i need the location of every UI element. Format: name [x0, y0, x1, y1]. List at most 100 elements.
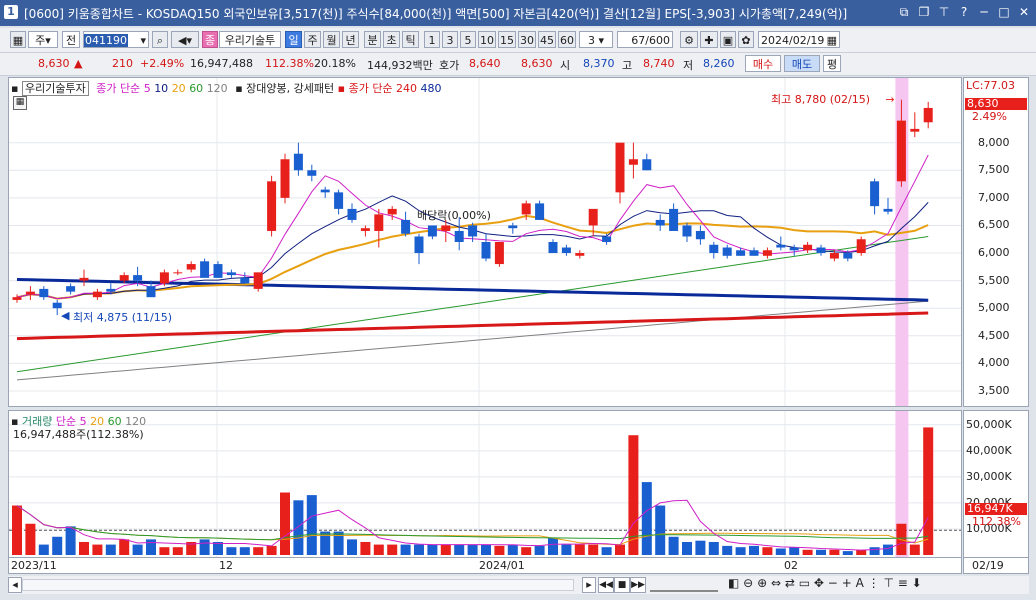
- volume-bar: [749, 545, 759, 555]
- maximize-button[interactable]: □: [996, 4, 1012, 20]
- minute-15[interactable]: 15: [498, 31, 516, 48]
- shrink-icon[interactable]: ⇄: [785, 576, 795, 590]
- minute-60[interactable]: 60: [558, 31, 576, 48]
- period-tick[interactable]: 틱: [402, 31, 419, 48]
- candle-body: [709, 244, 719, 254]
- scroll-right-button[interactable]: ▸: [582, 577, 596, 593]
- help-icon[interactable]: ?: [956, 4, 972, 20]
- volume-pct-tag: 112.38%: [972, 515, 1021, 528]
- stock-name-field[interactable]: 우리기술투: [219, 31, 281, 48]
- grid-icon[interactable]: ▦: [10, 31, 26, 48]
- buy-button[interactable]: 매수: [745, 55, 781, 72]
- candle-body: [226, 272, 236, 276]
- close-button[interactable]: ✕: [1016, 4, 1032, 20]
- volume-bar: [146, 539, 156, 555]
- fit-icon[interactable]: ▭: [799, 576, 810, 590]
- panel-icon[interactable]: ◧: [728, 576, 739, 590]
- stop-icon[interactable]: ■: [614, 577, 630, 593]
- volume-bar: [789, 547, 800, 555]
- volume-bar: [65, 526, 76, 555]
- volume-bar: [347, 539, 357, 555]
- copy-icon[interactable]: ❐: [916, 4, 932, 20]
- rewind-icon[interactable]: ◀◀: [598, 577, 614, 593]
- open-price: 8,370: [583, 57, 615, 70]
- minute-10[interactable]: 10: [478, 31, 496, 48]
- candle-body: [923, 107, 933, 123]
- date-input[interactable]: 2024/02/19 ▦: [758, 31, 840, 48]
- volume-axis[interactable]: 50,000K40,000K30,000K20,000K10,000K 16,9…: [963, 410, 1029, 558]
- font-up-icon[interactable]: A: [856, 576, 864, 590]
- price-chart[interactable]: → ▪ 우리기술투자 종가 단순 5 10 20 60 120 ▪ 장대양봉, …: [8, 77, 962, 407]
- price-axis[interactable]: LC:77.03 8,630 2.49% 8,000 7,500 7,000 6,50…: [963, 77, 1029, 407]
- bottom-controls: ◂ ▸ ◀◀ ■ ▶▶ ◧ ⊖ ⊕ ⇔ ⇄ ▭ ✥ − + A ⋮ ⊤ ≡ ⬇: [8, 576, 1029, 594]
- chevron-down-icon[interactable]: ▾: [140, 32, 146, 49]
- calendar-icon[interactable]: ▦: [827, 32, 837, 49]
- period-month[interactable]: 월: [323, 31, 340, 48]
- layout-icon[interactable]: ⧉: [896, 4, 912, 20]
- prev-button[interactable]: 전: [62, 31, 80, 48]
- price-tick: 8,000: [978, 135, 1010, 149]
- zoom-in-icon[interactable]: ⊕: [757, 576, 767, 590]
- pin-icon[interactable]: ⊤: [936, 4, 952, 20]
- minus-icon[interactable]: −: [828, 576, 838, 590]
- period-day[interactable]: 일: [285, 31, 302, 48]
- volume-bar: [239, 547, 250, 555]
- crosshair-icon[interactable]: ✚: [700, 31, 718, 48]
- speaker-icon[interactable]: ◀▾: [171, 31, 199, 48]
- flat-button[interactable]: 평: [823, 55, 841, 72]
- plus-icon[interactable]: +: [842, 576, 852, 590]
- settings-icon[interactable]: ✿: [738, 31, 754, 48]
- period-week[interactable]: 주: [304, 31, 321, 48]
- volume-bar: [159, 547, 170, 555]
- minute-1[interactable]: 1: [424, 31, 440, 48]
- candle-body: [441, 225, 451, 231]
- period-year[interactable]: 년: [342, 31, 359, 48]
- zoom-out-icon[interactable]: ⊖: [743, 576, 753, 590]
- count-select[interactable]: 3 ▾: [579, 31, 613, 48]
- horizontal-scrollbar[interactable]: [22, 579, 574, 591]
- code-input[interactable]: 041190 ▾: [83, 31, 149, 48]
- volume-bar: [588, 544, 599, 555]
- legend-stock-name[interactable]: 우리기술투자: [21, 81, 89, 96]
- candle-body: [749, 250, 759, 256]
- count-field[interactable]: 67/600: [617, 31, 673, 48]
- scroll-left-button[interactable]: ◂: [8, 577, 22, 593]
- minute-45[interactable]: 45: [538, 31, 556, 48]
- legend-square-icon: ▪: [337, 82, 346, 95]
- save-icon[interactable]: ▣: [720, 31, 736, 48]
- volume-bar: [172, 547, 183, 555]
- current-price: 8,630: [38, 57, 70, 70]
- volume-bar: [775, 548, 786, 555]
- period-select[interactable]: 주▾: [28, 31, 58, 48]
- indicator-icon[interactable]: ⚙: [680, 31, 698, 48]
- candle-body: [347, 208, 357, 220]
- play-icon[interactable]: ▶▶: [630, 577, 646, 593]
- legend-square-icon: ▪: [235, 82, 243, 95]
- vol-ma60-line: [16, 505, 929, 541]
- menu-icon[interactable]: ≡: [898, 576, 908, 590]
- expand-icon[interactable]: ⇔: [771, 576, 781, 590]
- period-second[interactable]: 초: [383, 31, 400, 48]
- period-minute[interactable]: 분: [364, 31, 381, 48]
- table-icon[interactable]: ▦: [13, 96, 27, 110]
- minute-30[interactable]: 30: [518, 31, 536, 48]
- legend-ma20: 20: [171, 82, 186, 95]
- stock-tab[interactable]: 종: [202, 31, 218, 48]
- minimize-button[interactable]: ─: [976, 4, 992, 20]
- minute-3[interactable]: 3: [442, 31, 458, 48]
- volume-bar: [467, 544, 478, 555]
- move-icon[interactable]: ✥: [814, 576, 824, 590]
- more-icon[interactable]: ⋮: [868, 576, 880, 590]
- pin-icon[interactable]: ⊤: [883, 576, 893, 590]
- volume-bar: [802, 549, 813, 555]
- minute-5[interactable]: 5: [460, 31, 476, 48]
- quote-bar: 8,630 ▲ 210 +2.49% 16,947,488 112.38% 20…: [0, 53, 1036, 76]
- down-icon[interactable]: ⬇: [912, 576, 922, 590]
- price-chart-svg: →: [9, 78, 961, 406]
- sell-button[interactable]: 매도: [784, 55, 820, 72]
- speed-slider[interactable]: [650, 578, 718, 592]
- candle-body: [575, 253, 585, 256]
- volume-chart[interactable]: ▪ 거래량 단순 5 20 60 120 16,947,488주(112.38%…: [8, 410, 962, 558]
- search-icon[interactable]: ⌕: [152, 31, 168, 48]
- up-arrow-icon: ▲: [74, 57, 83, 70]
